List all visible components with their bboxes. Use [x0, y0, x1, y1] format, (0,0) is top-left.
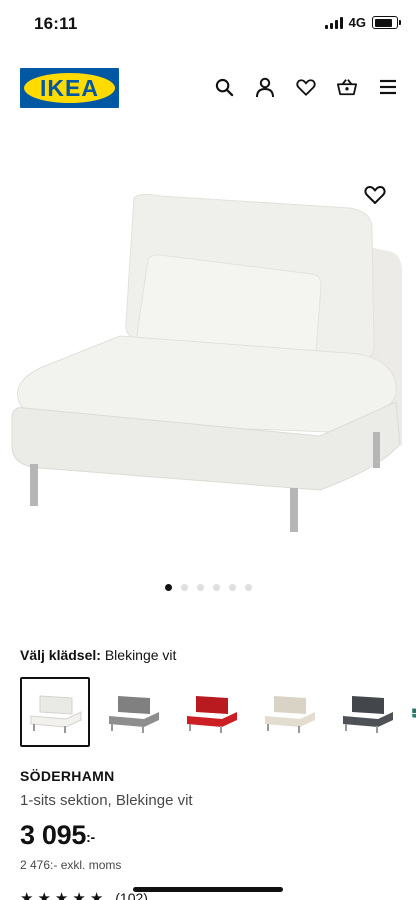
menu-icon[interactable]	[378, 76, 398, 98]
carousel-dot[interactable]	[244, 584, 252, 591]
network-label: 4G	[348, 15, 366, 30]
header-actions	[214, 76, 398, 98]
star-icon: ★	[72, 889, 86, 900]
carousel-dot[interactable]	[212, 584, 220, 591]
product-name: SÖDERHAMN	[20, 768, 115, 784]
battery-icon	[372, 16, 401, 29]
heart-icon[interactable]	[296, 76, 316, 98]
swatch-grey[interactable]	[98, 677, 168, 747]
swatch-red[interactable]	[176, 677, 246, 747]
star-icon: ★	[54, 889, 69, 900]
product-price: 3 095:-	[20, 820, 95, 851]
logo-text: IKEA	[40, 75, 99, 101]
upholstery-swatches	[20, 677, 416, 747]
status-bar: 16:11 4G	[0, 0, 416, 48]
carousel-dot[interactable]	[180, 584, 188, 591]
carousel-dot[interactable]	[164, 584, 172, 591]
upholstery-selector: Välj klädsel: Blekinge vit	[20, 647, 176, 663]
swatch-white[interactable]	[20, 677, 90, 747]
half-star-icon: ★	[89, 889, 104, 900]
swatch-beige[interactable]	[254, 677, 324, 747]
status-indicators: 4G	[324, 15, 401, 30]
status-time: 16:11	[34, 14, 78, 33]
search-icon[interactable]	[214, 76, 234, 98]
star-icon: ★	[37, 889, 51, 900]
product-image[interactable]	[0, 176, 416, 572]
price-value: 3 095	[20, 820, 87, 850]
product-description: 1-sits sektion, Blekinge vit	[20, 792, 193, 809]
star-icon: ★	[20, 889, 34, 900]
upholstery-label: Välj klädsel:	[20, 647, 101, 663]
upholstery-value: Blekinge vit	[104, 647, 177, 663]
carousel-dot[interactable]	[228, 584, 236, 591]
basket-icon[interactable]	[337, 76, 357, 98]
site-header: IKEA	[0, 60, 416, 116]
price-excl-vat: 2 476:- exkl. moms	[20, 858, 122, 872]
signal-icon	[324, 16, 343, 29]
price-suffix: :-	[86, 829, 95, 845]
carousel-dots	[0, 584, 416, 591]
ikea-logo[interactable]: IKEA	[20, 68, 119, 108]
favourite-icon[interactable]	[364, 185, 388, 207]
home-indicator	[133, 887, 283, 892]
carousel-dot[interactable]	[196, 584, 204, 591]
swatch-green[interactable]	[410, 677, 416, 747]
rating[interactable]: ★ ★ ★ ★ ★ (102)	[20, 890, 148, 900]
user-icon[interactable]	[255, 76, 275, 98]
swatch-dark-grey[interactable]	[332, 677, 402, 747]
